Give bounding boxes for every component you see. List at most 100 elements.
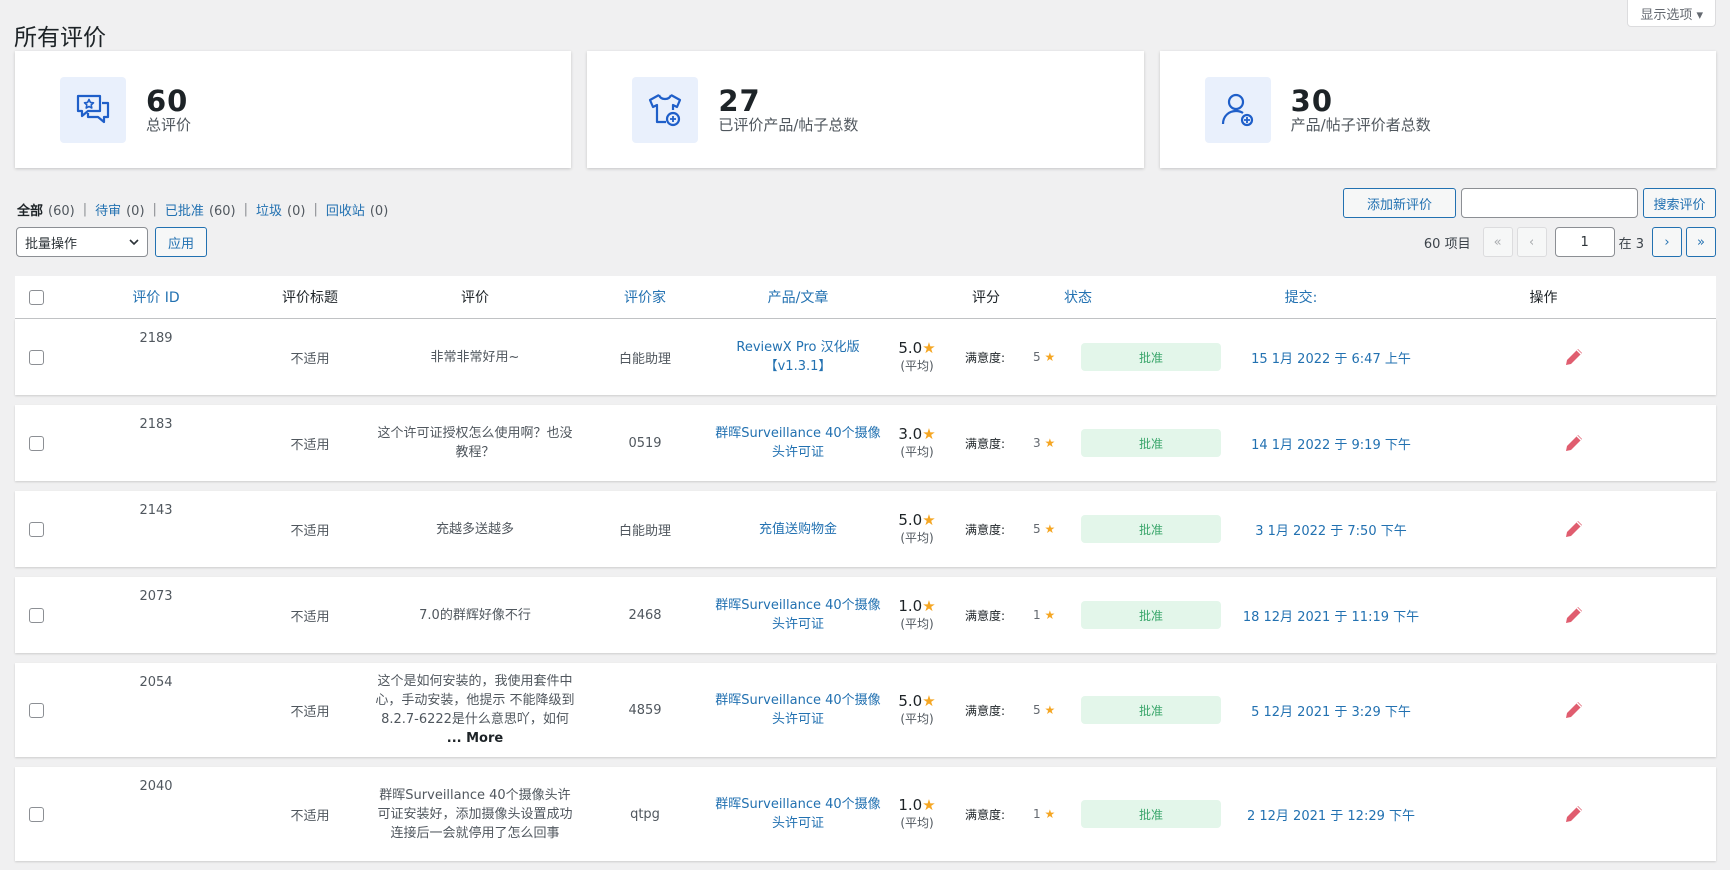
status-badge: 批准 — [1081, 696, 1221, 724]
col-status[interactable]: 状态 — [1021, 287, 1171, 307]
star-icon: ★ — [1044, 608, 1056, 622]
product-link[interactable]: ReviewX Pro 汉化版【v1.3.1】 — [705, 338, 891, 376]
row-checkbox[interactable] — [28, 521, 44, 537]
screen-options-button[interactable]: 显示选项 ▾ — [1627, 0, 1716, 27]
status-filters: 全部 (60) | 待审 (0) | 已批准 (60) | 垃圾 (0) | 回收站 (0… — [17, 200, 389, 219]
read-more-link[interactable]: ... More — [447, 731, 503, 746]
criteria-value: 1 ★ — [1033, 608, 1056, 622]
filter-trash[interactable]: 回收站 (0) — [326, 200, 388, 219]
status-badge: 批准 — [1081, 429, 1221, 457]
stat-card-reviewers: 30 产品/帖子评价者总数 — [1159, 51, 1716, 168]
edit-pencil-icon[interactable] — [1563, 346, 1585, 368]
criteria-label: 满意度: — [965, 703, 1006, 718]
apply-button[interactable]: 应用 — [155, 227, 208, 257]
star-icon: ★ — [922, 511, 936, 529]
bulk-action-select[interactable]: 批量操作 — [16, 227, 148, 257]
review-id: 2073 — [139, 589, 173, 604]
col-review: 评价 — [461, 290, 489, 306]
criteria-value: 1 ★ — [1033, 807, 1056, 821]
review-title: 不适用 — [290, 351, 330, 367]
filter-all[interactable]: 全部 (60) — [17, 200, 75, 219]
product-link[interactable]: 充值送购物金 — [705, 520, 891, 539]
row-checkbox[interactable] — [28, 702, 44, 718]
review-id: 2143 — [139, 503, 173, 518]
add-new-review-button[interactable]: 添加新评价 — [1343, 188, 1456, 218]
table-row: 2183 不适用 这个许可证授权怎么使用啊？也没教程？ 0519 群晖Surve… — [15, 405, 1716, 481]
submitted-date[interactable]: 18 12月 2021 于 11:19 下午 — [1231, 606, 1431, 625]
product-link[interactable]: 群晖Surveillance 40个摄像头许可证 — [705, 424, 891, 462]
reviewer-name: 白能助理 — [618, 351, 671, 367]
submitted-date[interactable]: 5 12月 2021 于 3:29 下午 — [1231, 701, 1431, 720]
reviewer-name: 2468 — [628, 607, 662, 623]
edit-pencil-icon[interactable] — [1563, 803, 1585, 825]
criteria-value: 5 ★ — [1033, 522, 1056, 536]
reviews-table: 评价 ID 评价标题 评价 评价家 产品/文章 评分 状态 提交: 操作 218… — [15, 276, 1716, 861]
star-icon: ★ — [922, 796, 936, 814]
review-id: 2040 — [139, 779, 173, 794]
first-page-button: « — [1482, 227, 1513, 257]
review-text: 7.0的群辉好像不行 — [419, 607, 531, 623]
pagination: 60 项目 « ‹ 1 在 3 › » — [1424, 227, 1716, 257]
table-row: 2040 不适用 群晖Surveillance 40个摄像头许可证安装好，添加摄… — [15, 767, 1716, 861]
row-checkbox[interactable] — [28, 349, 44, 365]
reviewer-name: 0519 — [628, 435, 662, 451]
edit-pencil-icon[interactable] — [1563, 699, 1585, 721]
criteria-label: 满意度: — [965, 608, 1006, 623]
review-id: 2054 — [139, 675, 173, 690]
star-icon: ★ — [1044, 703, 1056, 717]
star-icon: ★ — [1044, 350, 1056, 364]
star-icon: ★ — [922, 425, 936, 443]
col-product[interactable]: 产品/文章 — [705, 287, 891, 307]
screen-options-label: 显示选项 ▾ — [1640, 7, 1703, 23]
criteria-label: 满意度: — [965, 807, 1006, 822]
product-shirt-icon — [632, 76, 699, 143]
search-input[interactable] — [1461, 188, 1638, 218]
rating: 5.0★ (平均) — [898, 339, 936, 373]
product-link[interactable]: 群晖Surveillance 40个摄像头许可证 — [705, 691, 891, 729]
table-row: 2143 不适用 充越多送越多 白能助理 充值送购物金 5.0★ (平均) 满意度… — [15, 491, 1716, 567]
filter-approved[interactable]: 已批准 (60) — [165, 200, 236, 219]
rating: 1.0★ (平均) — [898, 597, 936, 631]
submitted-date[interactable]: 2 12月 2021 于 12:29 下午 — [1231, 805, 1431, 824]
current-page-input[interactable]: 1 — [1554, 227, 1615, 257]
product-link[interactable]: 群晖Surveillance 40个摄像头许可证 — [705, 596, 891, 634]
status-badge: 批准 — [1081, 601, 1221, 629]
edit-pencil-icon[interactable] — [1563, 604, 1585, 626]
stat-label: 已评价产品/帖子总数 — [718, 115, 859, 134]
rating: 1.0★ (平均) — [898, 796, 936, 830]
last-page-button[interactable]: » — [1686, 227, 1716, 257]
star-icon: ★ — [922, 597, 936, 615]
col-review-id[interactable]: 评价 ID — [57, 287, 255, 307]
row-checkbox[interactable] — [28, 607, 44, 623]
filter-spam[interactable]: 垃圾 (0) — [256, 200, 305, 219]
rating: 5.0★ (平均) — [898, 511, 936, 545]
search-reviews-button[interactable]: 搜索评价 — [1643, 188, 1716, 218]
review-title: 不适用 — [290, 704, 330, 720]
submitted-date[interactable]: 3 1月 2022 于 7:50 下午 — [1231, 520, 1431, 539]
stat-value: 27 — [718, 83, 761, 118]
review-title: 不适用 — [290, 609, 330, 625]
edit-pencil-icon[interactable] — [1563, 432, 1585, 454]
table-row: 2189 不适用 非常非常好用~ 白能助理 ReviewX Pro 汉化版【v1… — [15, 319, 1716, 395]
col-action: 操作 — [1529, 290, 1558, 306]
criteria-value: 3 ★ — [1033, 436, 1056, 450]
status-badge: 批准 — [1081, 800, 1221, 828]
col-reviewer[interactable]: 评价家 — [585, 287, 705, 307]
submitted-date[interactable]: 15 1月 2022 于 6:47 上午 — [1231, 348, 1431, 367]
page-title: 所有评价 — [14, 25, 106, 51]
edit-pencil-icon[interactable] — [1563, 518, 1585, 540]
stat-value: 30 — [1290, 83, 1334, 118]
select-all-checkbox[interactable] — [28, 289, 44, 305]
table-header: 评价 ID 评价标题 评价 评价家 产品/文章 评分 状态 提交: 操作 — [15, 276, 1716, 319]
filter-pending[interactable]: 待审 (0) — [95, 200, 144, 219]
star-icon: ★ — [922, 339, 936, 357]
row-checkbox[interactable] — [28, 806, 44, 822]
prev-page-button: ‹ — [1516, 227, 1547, 257]
next-page-button[interactable]: › — [1652, 227, 1682, 257]
review-title: 不适用 — [290, 437, 330, 453]
product-link[interactable]: 群晖Surveillance 40个摄像头许可证 — [705, 795, 891, 833]
criteria-label: 满意度: — [965, 522, 1006, 537]
row-checkbox[interactable] — [28, 435, 44, 451]
total-pages: 在 3 — [1618, 236, 1644, 252]
submitted-date[interactable]: 14 1月 2022 于 9:19 下午 — [1231, 434, 1431, 453]
